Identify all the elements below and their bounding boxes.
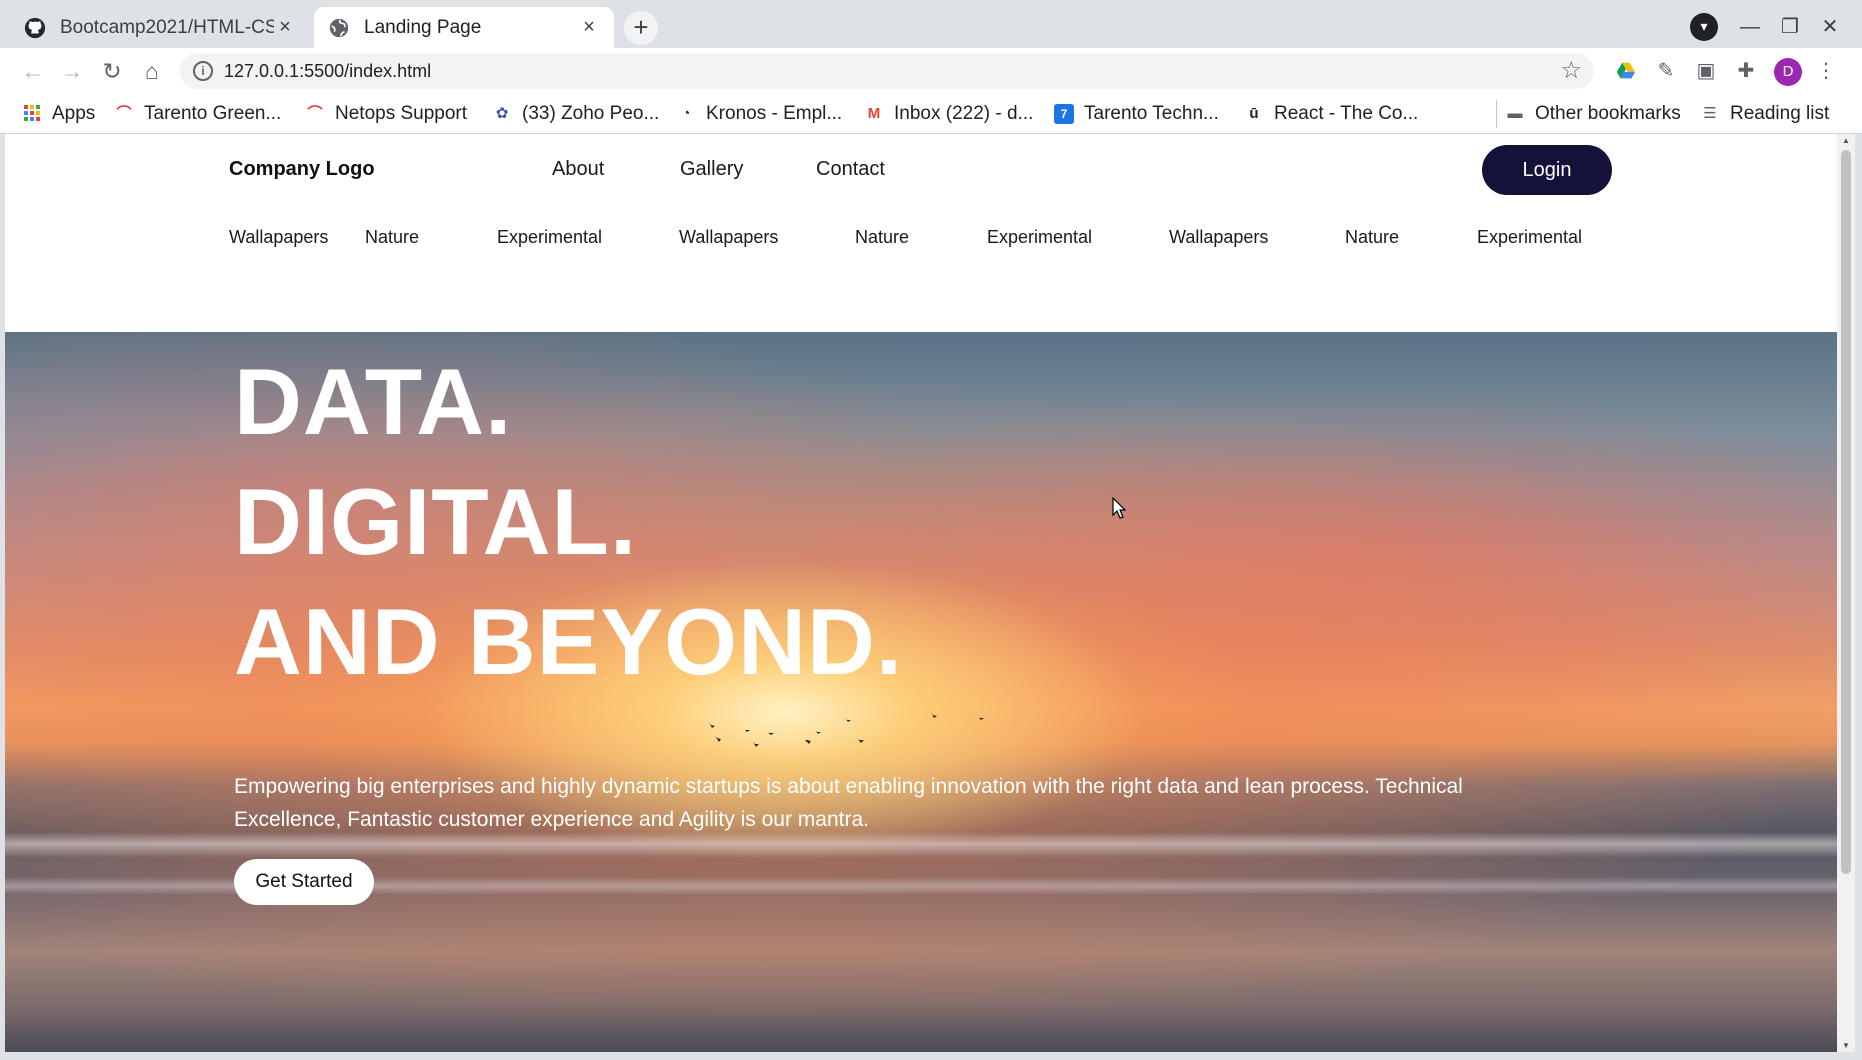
- nav-link-gallery[interactable]: Gallery: [680, 158, 743, 181]
- bookmark-other-bookmarks[interactable]: ▬ Other bookmarks: [1496, 100, 1681, 128]
- tab-title: Bootcamp2021/HTML-CS: [60, 16, 274, 38]
- bookmark-gmail-inbox[interactable]: M Inbox (222) - d...: [864, 100, 1034, 128]
- apps-grid-icon: [22, 104, 42, 124]
- new-tab-button[interactable]: +: [624, 11, 658, 45]
- menu-kebab-icon[interactable]: ⋮: [1812, 57, 1840, 85]
- back-icon[interactable]: ←: [16, 54, 50, 88]
- bookmark-apps[interactable]: Apps: [22, 100, 95, 128]
- window-frame: [0, 1052, 1862, 1060]
- github-icon: [24, 17, 46, 38]
- zoho-icon: ✿: [495, 105, 509, 122]
- bookmark-star-icon[interactable]: ☆: [1560, 56, 1582, 85]
- bookmark-label: Kronos - Empl...: [706, 103, 843, 124]
- window-frame: [0, 134, 5, 1060]
- bookmark-tarento-techn[interactable]: 7 Tarento Techn...: [1054, 100, 1219, 128]
- screenshot-extension-icon[interactable]: ▣: [1692, 57, 1720, 85]
- window-frame: [1855, 134, 1862, 1060]
- category-link-nature[interactable]: Nature: [855, 227, 909, 248]
- minimize-icon[interactable]: —: [1730, 10, 1770, 44]
- close-window-icon[interactable]: ✕: [1810, 10, 1850, 44]
- bookmark-label: Tarento Techn...: [1084, 103, 1219, 124]
- close-tab-icon[interactable]: ×: [578, 16, 600, 39]
- bookmark-label: Tarento Green...: [144, 103, 282, 124]
- bookmark-kronos[interactable]: ◔ Kronos - Empl...: [676, 100, 842, 128]
- toolbar: ← → ↻ ⌂ i 127.0.0.1:5500/index.html ☆ ✎ …: [0, 48, 1862, 94]
- reading-list-icon: ☰: [1703, 105, 1717, 122]
- restore-icon[interactable]: ❐: [1770, 10, 1810, 44]
- tab-title: Landing Page: [364, 16, 482, 38]
- tarento-icon: ⌒: [307, 105, 323, 122]
- bookmark-label: (33) Zoho Peo...: [522, 103, 660, 124]
- tab-strip: Bootcamp2021/HTML-CS × Landing Page × + …: [0, 0, 1862, 48]
- eyedropper-extension-icon[interactable]: ✎: [1652, 57, 1680, 85]
- address-bar[interactable]: i 127.0.0.1:5500/index.html ☆: [180, 53, 1594, 89]
- close-tab-icon[interactable]: ×: [274, 16, 296, 39]
- reading-list-button[interactable]: ☰ Reading list: [1700, 100, 1829, 128]
- site-info-icon[interactable]: i: [193, 61, 213, 81]
- page-viewport: Company Logo About Gallery Contact Login…: [5, 134, 1837, 1052]
- tarento-icon: ⌒: [116, 105, 132, 122]
- folder-icon: ▬: [1507, 105, 1523, 122]
- headline-line: AND BEYOND.: [234, 589, 904, 694]
- url-text: 127.0.0.1:5500/index.html: [224, 61, 432, 81]
- bookmark-tarento-green[interactable]: ⌒ Tarento Green...: [114, 100, 281, 128]
- bookmark-netops-support[interactable]: ⌒ Netops Support: [305, 100, 467, 128]
- google-drive-icon[interactable]: [1612, 57, 1640, 85]
- page-scrollbar[interactable]: ▲ ▼: [1837, 134, 1855, 1052]
- tab-search-icon[interactable]: ▾: [1690, 13, 1718, 41]
- profile-avatar[interactable]: D: [1774, 58, 1802, 86]
- category-link-experimental[interactable]: Experimental: [497, 227, 602, 248]
- home-icon[interactable]: ⌂: [135, 54, 169, 88]
- nav-link-about[interactable]: About: [552, 158, 604, 181]
- scroll-up-arrow-icon[interactable]: ▲: [1837, 136, 1855, 145]
- category-link-experimental[interactable]: Experimental: [1477, 227, 1582, 248]
- scroll-down-arrow-icon[interactable]: ▼: [1837, 1041, 1855, 1050]
- category-link-experimental[interactable]: Experimental: [987, 227, 1092, 248]
- forward-icon[interactable]: →: [55, 54, 89, 88]
- tab-bootcamp[interactable]: Bootcamp2021/HTML-CS ×: [10, 7, 310, 48]
- bookmarks-bar: Apps ⌒ Tarento Green... ⌒ Netops Support…: [0, 94, 1862, 134]
- get-started-button[interactable]: Get Started: [234, 859, 374, 905]
- bookmark-label: Inbox (222) - d...: [894, 103, 1034, 124]
- category-link-wallpapers[interactable]: Wallapapers: [229, 227, 328, 248]
- reload-icon[interactable]: ↻: [95, 54, 129, 88]
- tab-landing-page[interactable]: Landing Page ×: [314, 7, 614, 48]
- category-link-wallpapers[interactable]: Wallapapers: [1169, 227, 1268, 248]
- company-logo[interactable]: Company Logo: [229, 158, 375, 181]
- hero-headline: DATA. DIGITAL. AND BEYOND.: [234, 342, 903, 702]
- udemy-icon: ū: [1249, 105, 1259, 122]
- bookmark-label: Apps: [52, 103, 96, 124]
- headline-line: DATA.: [234, 349, 513, 454]
- browser-chrome: Bootcamp2021/HTML-CS × Landing Page × + …: [0, 0, 1862, 134]
- reading-list-label: Reading list: [1730, 103, 1830, 124]
- category-link-nature[interactable]: Nature: [365, 227, 419, 248]
- hero-section: DATA. DIGITAL. AND BEYOND. Empowering bi…: [5, 332, 1837, 1052]
- hero-tagline: Empowering big enterprises and highly dy…: [234, 775, 1463, 831]
- mouse-cursor-icon: [1112, 497, 1126, 519]
- bookmark-zoho-people[interactable]: ✿ (33) Zoho Peo...: [492, 100, 660, 128]
- bookmark-react[interactable]: ū React - The Co...: [1244, 100, 1418, 128]
- nav-link-contact[interactable]: Contact: [816, 158, 885, 181]
- login-button[interactable]: Login: [1482, 145, 1612, 195]
- category-link-wallpapers[interactable]: Wallapapers: [679, 227, 778, 248]
- gmail-icon: M: [867, 105, 881, 122]
- category-link-nature[interactable]: Nature: [1345, 227, 1399, 248]
- bookmark-label: React - The Co...: [1274, 103, 1419, 124]
- calendar-icon: 7: [1054, 104, 1074, 124]
- extensions-puzzle-icon[interactable]: ✚: [1732, 57, 1760, 85]
- scrollbar-thumb[interactable]: [1841, 150, 1851, 874]
- headline-line: DIGITAL.: [234, 469, 638, 574]
- globe-icon: [329, 18, 349, 37]
- kronos-icon: ◔: [681, 105, 691, 122]
- bookmark-label: Netops Support: [335, 103, 468, 124]
- bookmark-label: Other bookmarks: [1535, 103, 1681, 124]
